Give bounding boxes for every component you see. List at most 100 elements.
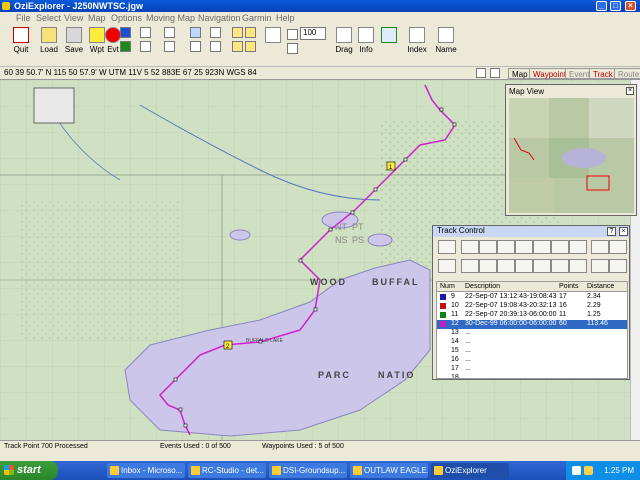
track-row[interactable]: 14... — [437, 338, 627, 347]
save-button[interactable]: Save — [63, 27, 85, 54]
track-control-titlebar: Track Control ? × — [433, 226, 629, 237]
maximize-button[interactable]: □ — [610, 1, 621, 11]
track-row[interactable]: 16... — [437, 356, 627, 365]
track-tool-icon[interactable] — [120, 27, 131, 38]
index-button[interactable]: Index — [406, 27, 428, 54]
tab-track[interactable]: Track — [589, 68, 617, 79]
find-icon[interactable] — [190, 27, 201, 38]
track-row[interactable]: 15... — [437, 347, 627, 356]
zoom-out-icon[interactable] — [287, 29, 298, 40]
grid-icon[interactable] — [210, 41, 221, 52]
track-row[interactable]: 10 22-Sep-07 19:08:43-20:32:13 16 2.29 — [437, 302, 627, 311]
track-new-icon[interactable] — [438, 240, 456, 254]
track-ok-icon[interactable] — [533, 240, 551, 254]
taskbar-item-oziexplorer[interactable]: OziExplorer — [431, 463, 509, 478]
track-load-icon[interactable] — [479, 259, 497, 273]
menu-garmin[interactable]: Garmin — [242, 13, 272, 23]
menu-options[interactable]: Options — [111, 13, 142, 23]
print-icon[interactable] — [476, 68, 486, 78]
load-track-icon[interactable] — [245, 27, 256, 38]
track-control-close-button[interactable]: × — [619, 227, 628, 236]
pan-arrows-button[interactable] — [378, 27, 400, 43]
draw-icon[interactable] — [164, 27, 175, 38]
track-row[interactable]: 9 22-Sep-07 13:12:43-19:08:43 17 2.34 — [437, 293, 627, 302]
zoom-reset-icon[interactable] — [287, 43, 298, 54]
track-list-icon[interactable] — [438, 259, 456, 273]
open-map-icon[interactable] — [232, 27, 243, 38]
network-icon[interactable] — [572, 466, 581, 475]
menu-help[interactable]: Help — [276, 13, 295, 23]
col-distance[interactable]: Distance — [587, 283, 614, 290]
track-color-swatch[interactable] — [440, 321, 446, 327]
track-row[interactable]: 11 22-Sep-07 20:39:13-06:00:00 11 1.25 — [437, 311, 627, 320]
save-map-icon[interactable] — [232, 41, 243, 52]
measure-icon[interactable] — [190, 41, 201, 52]
zoom-in-button[interactable] — [262, 27, 284, 43]
track-edit-icon[interactable] — [140, 27, 151, 38]
route-edit-icon[interactable] — [140, 41, 151, 52]
tab-waypoint[interactable]: Waypoint — [529, 68, 571, 79]
track-row[interactable]: 13... — [437, 329, 627, 338]
track-help-icon[interactable] — [591, 240, 609, 254]
track-row[interactable]: 17... — [437, 365, 627, 374]
track-dot-icon[interactable] — [551, 240, 569, 254]
save-icon — [66, 27, 82, 43]
name-button[interactable]: Name — [435, 27, 457, 54]
start-button[interactable]: start — [0, 461, 58, 480]
track-control-help-button[interactable]: ? — [607, 227, 616, 236]
load-button[interactable]: Load — [38, 27, 60, 54]
name-search-icon[interactable] — [210, 27, 221, 38]
menu-file[interactable]: File — [16, 13, 31, 23]
tab-route[interactable]: Route — [614, 68, 640, 79]
track-down-icon[interactable] — [551, 259, 569, 273]
track-join-icon[interactable] — [515, 240, 533, 254]
route-tool-icon[interactable] — [120, 41, 131, 52]
col-description[interactable]: Description — [465, 283, 500, 290]
track-filter-icon[interactable] — [569, 259, 587, 273]
close-button[interactable]: × — [625, 1, 636, 11]
map-view-close-button[interactable]: × — [626, 87, 634, 95]
taskbar-item-rc-studio[interactable]: RC-Studio - det... — [188, 463, 266, 478]
track-color-swatch[interactable] — [440, 303, 446, 309]
track-settings-icon[interactable] — [609, 240, 627, 254]
volume-icon[interactable] — [584, 466, 593, 475]
track-row[interactable]: 18... — [437, 374, 627, 378]
track-split-icon[interactable] — [497, 240, 515, 254]
track-point-icon[interactable] — [479, 240, 497, 254]
save-track-icon[interactable] — [245, 41, 256, 52]
menu-view[interactable]: View — [64, 13, 83, 23]
col-num[interactable]: Num — [440, 283, 455, 290]
track-color-swatch[interactable] — [440, 312, 446, 318]
save-disk-icon[interactable] — [490, 68, 500, 78]
track-color-icon[interactable] — [497, 259, 515, 273]
track-list[interactable]: Num Description Points Distance 9 22-Sep-… — [436, 281, 628, 379]
track-scroll-icon[interactable] — [609, 259, 627, 273]
drag-button[interactable]: Drag — [333, 27, 355, 54]
track-save-icon[interactable] — [461, 259, 479, 273]
map-label-buffal: BUFFAL — [372, 277, 420, 287]
status-waypoints: Waypoints Used : 5 of 500 — [262, 443, 344, 450]
track-print-icon[interactable] — [515, 259, 533, 273]
track-sort-icon[interactable] — [591, 259, 609, 273]
track-draw-icon[interactable] — [461, 240, 479, 254]
menu-moving-map[interactable]: Moving Map — [146, 13, 195, 23]
info-button[interactable]: Info — [355, 27, 377, 54]
status-events: Events Used : 0 of 500 — [160, 443, 231, 450]
zoom-select[interactable]: 100 — [300, 27, 326, 40]
menu-select[interactable]: Select — [36, 13, 61, 23]
taskbar-item-dsi[interactable]: DSI-Groundsup... — [269, 463, 347, 478]
track-row[interactable]: 12 30-Dec-99 06:00:00-06:00:00 60 113.46 — [437, 320, 627, 329]
menu-navigation[interactable]: Navigation — [198, 13, 241, 23]
menu-map[interactable]: Map — [88, 13, 106, 23]
map-view-overview[interactable] — [509, 98, 634, 213]
minimize-button[interactable]: _ — [596, 1, 607, 11]
track-erase-icon[interactable] — [569, 240, 587, 254]
track-up-icon[interactable] — [533, 259, 551, 273]
track-description: ... — [465, 347, 471, 354]
taskbar-item-inbox[interactable]: Inbox - Microso... — [107, 463, 185, 478]
erase-icon[interactable] — [164, 41, 175, 52]
col-points[interactable]: Points — [559, 283, 578, 290]
taskbar-item-outlaw-eagle[interactable]: OUTLAW EAGLE... — [350, 463, 428, 478]
track-color-swatch[interactable] — [440, 294, 446, 300]
quit-button[interactable]: Quit — [10, 27, 32, 54]
